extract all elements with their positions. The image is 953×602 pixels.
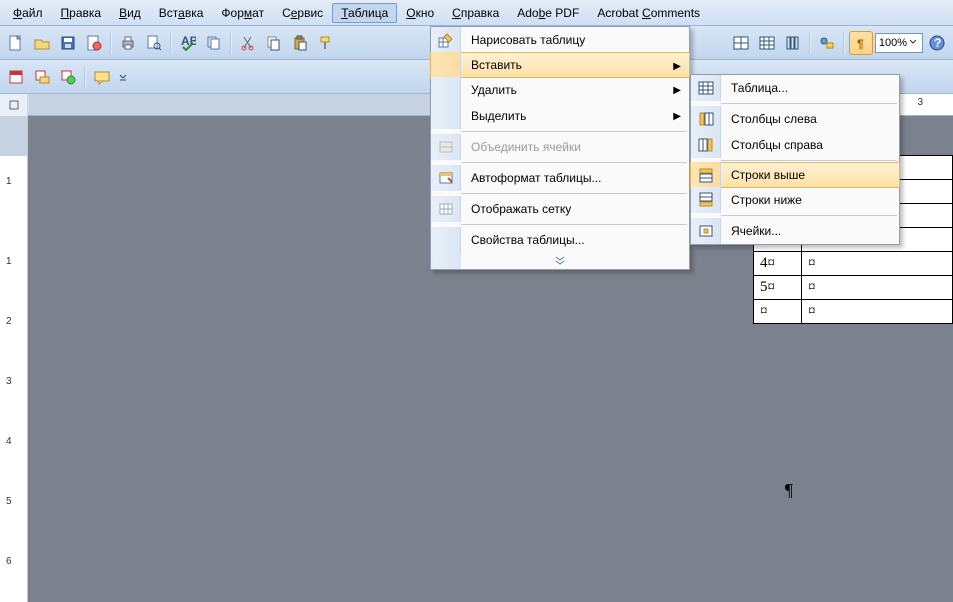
menuitem-insert-table[interactable]: Таблица...	[691, 75, 899, 101]
zoom-value: 100%	[879, 37, 907, 49]
help-button[interactable]: ?	[925, 31, 949, 55]
tables-borders-button[interactable]	[729, 31, 753, 55]
toolbar-options-button[interactable]	[116, 65, 130, 89]
copy-button[interactable]	[262, 31, 286, 55]
pdf-review-button[interactable]	[56, 65, 80, 89]
rows-above-icon	[698, 167, 714, 183]
open-button[interactable]	[30, 31, 54, 55]
menu-view[interactable]: Вид	[110, 3, 150, 23]
show-formatting-button[interactable]: ¶	[849, 31, 873, 55]
drawing-button[interactable]	[815, 31, 839, 55]
menu-expand-button[interactable]	[431, 253, 689, 269]
menuitem-show-grid[interactable]: Отображать сетку	[431, 196, 689, 222]
merge-icon	[438, 139, 454, 155]
autoformat-icon	[438, 170, 454, 186]
menuitem-columns-right[interactable]: Столбцы справа	[691, 132, 899, 158]
new-doc-button[interactable]	[4, 31, 28, 55]
menuitem-columns-left[interactable]: Столбцы слева	[691, 106, 899, 132]
menu-tools[interactable]: Сервис	[273, 3, 332, 23]
menuitem-cells[interactable]: Ячейки...	[691, 218, 899, 244]
acrobat-comments-button[interactable]	[90, 65, 114, 89]
cols-right-icon	[698, 137, 714, 153]
cols-left-icon	[698, 111, 714, 127]
print-button[interactable]	[116, 31, 140, 55]
menuitem-select[interactable]: Выделить ▶	[431, 103, 689, 129]
submenu-arrow-icon: ▶	[673, 111, 681, 122]
table-row: 5¤¤	[754, 276, 953, 300]
menu-window[interactable]: Окно	[397, 3, 443, 23]
spellcheck-button[interactable]: ABC	[176, 31, 200, 55]
paragraph-mark: ¶	[785, 480, 793, 501]
rows-below-icon	[698, 192, 714, 208]
menu-insert[interactable]: Вставка	[150, 3, 213, 23]
save-button[interactable]	[56, 31, 80, 55]
grid-icon	[438, 201, 454, 217]
cut-button[interactable]	[236, 31, 260, 55]
submenu-arrow-icon: ▶	[673, 61, 681, 72]
menuitem-rows-below[interactable]: Строки ниже	[691, 187, 899, 213]
menuitem-merge-cells: Объединить ячейки	[431, 134, 689, 160]
format-painter-button[interactable]	[314, 31, 338, 55]
pdf-mail-button[interactable]	[30, 65, 54, 89]
menuitem-autoformat[interactable]: Автоформат таблицы...	[431, 165, 689, 191]
table-row: ¤¤	[754, 300, 953, 324]
menuitem-properties[interactable]: Свойства таблицы...	[431, 227, 689, 253]
menu-help[interactable]: Справка	[443, 3, 508, 23]
table-icon	[698, 80, 714, 96]
menu-table[interactable]: Таблица	[332, 3, 397, 23]
menubar: Файл Правка Вид Вставка Формат Сервис Та…	[0, 0, 953, 26]
chevron-down-icon	[909, 38, 919, 48]
insert-table-button[interactable]	[755, 31, 779, 55]
submenu-arrow-icon: ▶	[673, 85, 681, 96]
vertical-ruler: 1 1 2 3 4 5 6	[0, 116, 28, 602]
chevron-double-down-icon	[554, 256, 566, 266]
menu-file[interactable]: Файл	[4, 3, 52, 23]
menuitem-draw-table[interactable]: Нарисовать таблицу	[431, 27, 689, 53]
menuitem-delete[interactable]: Удалить ▶	[431, 77, 689, 103]
menu-adobe-pdf[interactable]: Adobe PDF	[508, 3, 588, 23]
menuitem-insert[interactable]: Вставить ▶	[430, 52, 690, 78]
svg-text:¶: ¶	[857, 37, 864, 51]
pencil-icon	[438, 32, 454, 48]
research-button[interactable]	[202, 31, 226, 55]
table-row: 4¤¤	[754, 252, 953, 276]
permissions-button[interactable]	[82, 31, 106, 55]
menu-edit[interactable]: Правка	[52, 3, 111, 23]
zoom-combo[interactable]: 100%	[875, 33, 923, 53]
svg-text:ABC: ABC	[181, 35, 196, 48]
print-preview-button[interactable]	[142, 31, 166, 55]
menuitem-rows-above[interactable]: Строки выше	[690, 162, 900, 188]
menu-format[interactable]: Формат	[212, 3, 273, 23]
ruler-mark: 3	[917, 97, 923, 108]
paste-button[interactable]	[288, 31, 312, 55]
pdf-convert-button[interactable]	[4, 65, 28, 89]
table-menu-dropdown: Нарисовать таблицу Вставить ▶ Удалить ▶ …	[430, 26, 690, 270]
insert-submenu: Таблица... Столбцы слева Столбцы справа …	[690, 74, 900, 245]
columns-button[interactable]	[781, 31, 805, 55]
svg-text:?: ?	[934, 36, 941, 50]
menu-acrobat-comments[interactable]: Acrobat Comments	[588, 3, 709, 23]
cells-icon	[698, 223, 714, 239]
ruler-corner	[0, 94, 28, 116]
